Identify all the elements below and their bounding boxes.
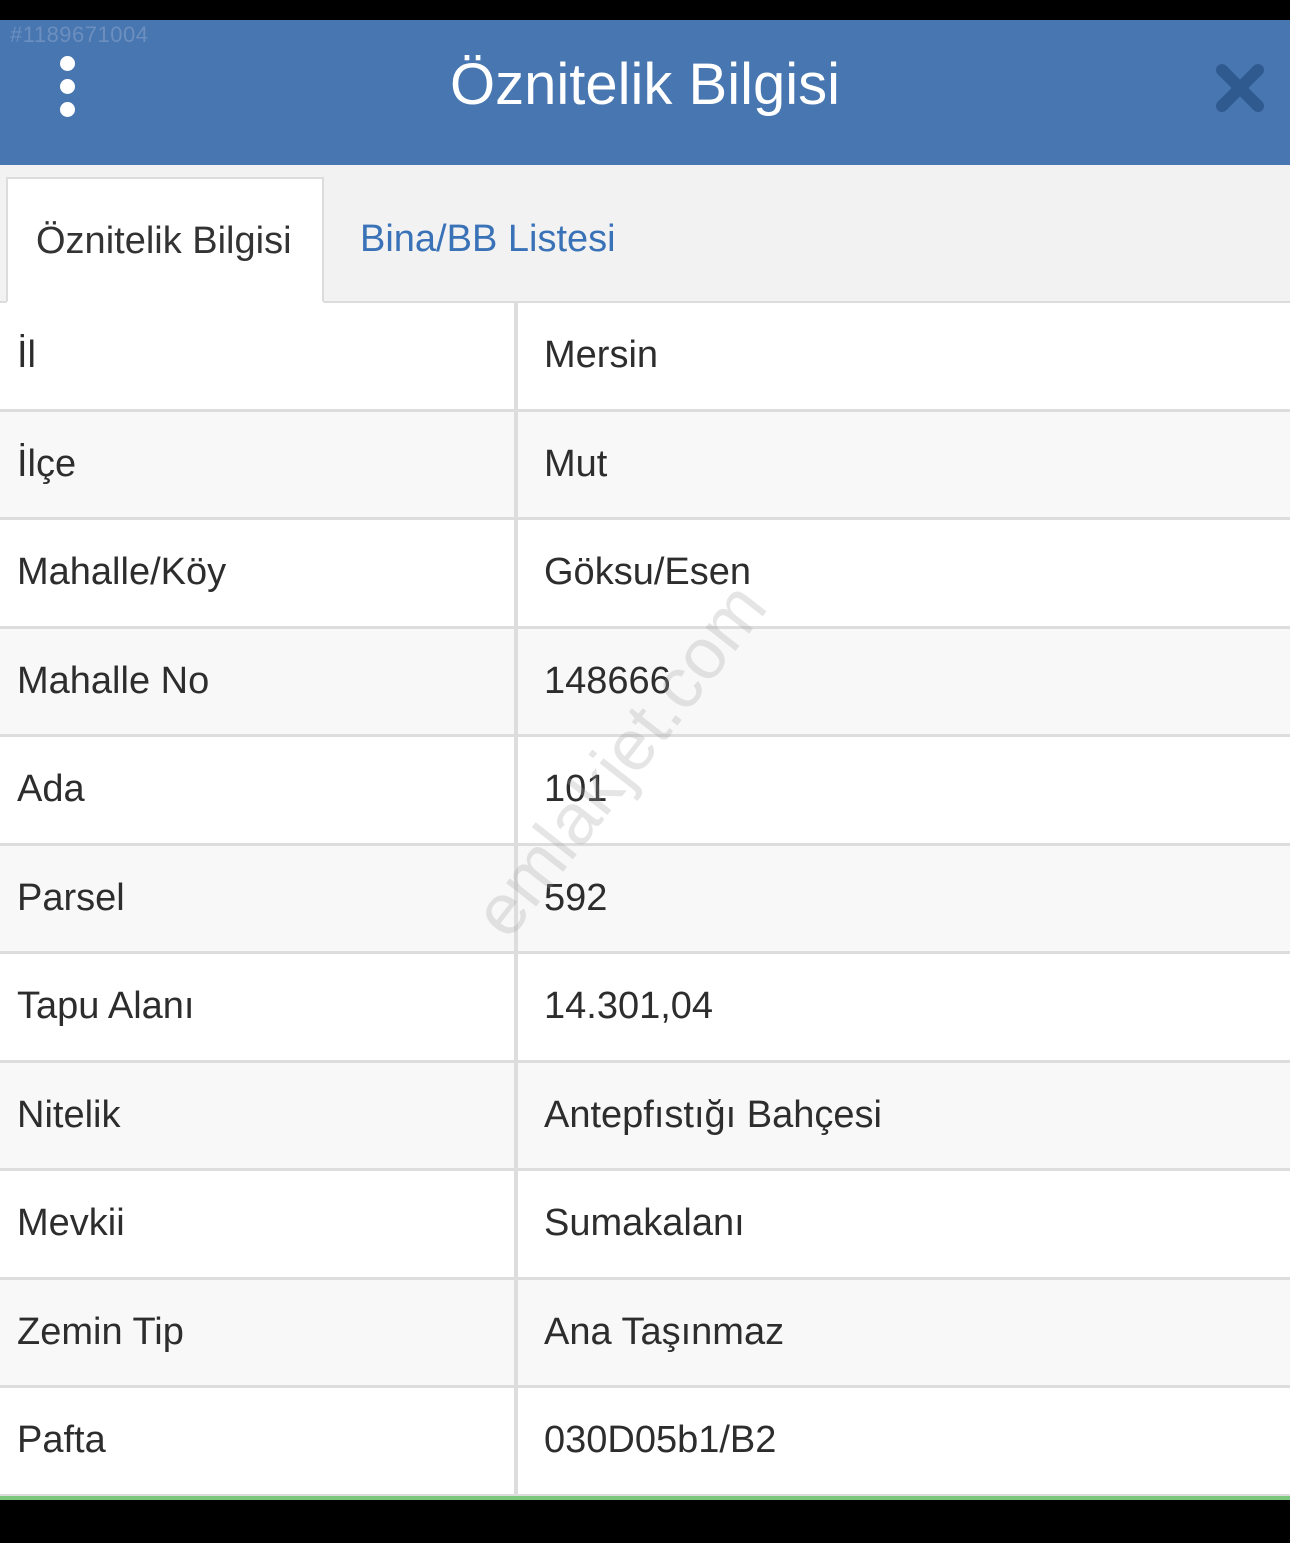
attribute-value: Sumakalanı — [544, 1202, 745, 1244]
table-row: Nitelik Antepfıstığı Bahçesi — [0, 1062, 1290, 1171]
attribute-value: Mut — [544, 442, 608, 485]
table-row: İl Mersin — [0, 303, 1290, 412]
listing-id-watermark: #1189671004 — [10, 22, 149, 47]
column-divider — [514, 411, 518, 520]
attribute-label: Nitelik — [17, 1093, 121, 1136]
dialog-header: #1189671004 Öznitelik Bilgisi — [0, 20, 1290, 165]
column-divider — [514, 954, 518, 1063]
attribute-label: İlçe — [17, 442, 77, 485]
attribute-value: 101 — [544, 768, 608, 810]
app-screen: #1189671004 Öznitelik Bilgisi Öznitelik … — [0, 0, 1290, 1543]
table-row: Pafta 030D05b1/B2 — [0, 1388, 1290, 1497]
tab-bina-bb-listesi[interactable]: Bina/BB Listesi — [360, 177, 616, 303]
table-row: Ada 101 — [0, 737, 1290, 846]
table-row: Mahalle/Köy Göksu/Esen — [0, 520, 1290, 629]
attribute-label: Mahalle No — [17, 659, 210, 702]
table-row: İlçe Mut — [0, 411, 1290, 520]
attribute-value: Göksu/Esen — [544, 551, 751, 593]
column-divider — [514, 303, 518, 412]
table-row: Tapu Alanı 14.301,04 — [0, 954, 1290, 1063]
tab-oznitelik-bilgisi[interactable]: Öznitelik Bilgisi — [6, 177, 324, 303]
attribute-value: 148666 — [544, 659, 671, 702]
table-row: Mahalle No 148666 — [0, 628, 1290, 737]
status-bar — [0, 0, 1290, 20]
attribute-label: Zemin Tip — [17, 1310, 184, 1353]
column-divider — [514, 520, 518, 629]
dialog-title: Öznitelik Bilgisi — [450, 52, 840, 117]
tab-bar: Öznitelik Bilgisi Bina/BB Listesi — [0, 165, 1290, 303]
attribute-table: İl Mersin İlçe Mut Mahalle/Köy Göksu/Esen Maha… — [0, 303, 1290, 1497]
attribute-value: 14.301,04 — [544, 985, 714, 1027]
attribute-label: İl — [17, 334, 36, 376]
column-divider — [514, 845, 518, 954]
column-divider — [514, 1388, 518, 1497]
attribute-value: Mersin — [544, 334, 659, 376]
attribute-label: Pafta — [17, 1419, 106, 1461]
column-divider — [514, 737, 518, 846]
attribute-value: Ana Taşınmaz — [544, 1310, 785, 1353]
column-divider — [514, 1279, 518, 1388]
close-button[interactable] — [1212, 60, 1268, 116]
attribute-label: Mevkii — [17, 1202, 125, 1244]
column-divider — [514, 1062, 518, 1171]
bottom-bar — [0, 1500, 1290, 1543]
close-x-icon — [1216, 64, 1264, 112]
column-divider — [514, 1171, 518, 1280]
attribute-value: 030D05b1/B2 — [544, 1419, 777, 1461]
table-row: Parsel 592 — [0, 845, 1290, 954]
attribute-value: 592 — [544, 876, 608, 919]
attribute-value: Antepfıstığı Bahçesi — [544, 1093, 882, 1136]
attribute-label: Ada — [17, 768, 85, 810]
table-row: Mevkii Sumakalanı — [0, 1171, 1290, 1280]
attribute-label: Mahalle/Köy — [17, 551, 227, 593]
attribute-label: Tapu Alanı — [17, 985, 195, 1027]
attribute-label: Parsel — [17, 876, 125, 919]
column-divider — [514, 628, 518, 737]
table-row: Zemin Tip Ana Taşınmaz — [0, 1279, 1290, 1388]
